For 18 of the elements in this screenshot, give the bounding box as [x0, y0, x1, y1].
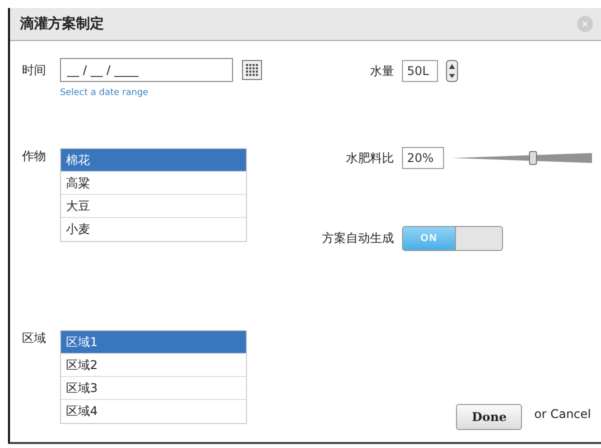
- field-label: 水量: [369, 62, 394, 80]
- window-title: 滴灌方案制定: [20, 15, 104, 33]
- done-button[interactable]: Done: [456, 404, 522, 430]
- calendar-icon[interactable]: [242, 60, 262, 80]
- date-field[interactable]: __ / __ / ____: [60, 58, 233, 82]
- field-label: 水肥料比: [345, 150, 394, 166]
- field-label: 时间: [22, 62, 47, 78]
- water-field[interactable]: 50L: [402, 60, 438, 82]
- spinner-icon[interactable]: [446, 60, 458, 82]
- list-item[interactable]: 区域1: [61, 331, 246, 354]
- date-range-link[interactable]: Select a date range: [60, 88, 312, 98]
- slider-handle[interactable]: [529, 151, 538, 165]
- cancel-link[interactable]: or Cancel: [534, 407, 591, 421]
- field-label: 作物: [22, 148, 47, 165]
- ratio-field[interactable]: 20%: [402, 147, 444, 169]
- field-label: 区域: [22, 330, 47, 347]
- list-item[interactable]: 棉花: [61, 149, 246, 172]
- field-label: 方案自动生成: [321, 230, 394, 247]
